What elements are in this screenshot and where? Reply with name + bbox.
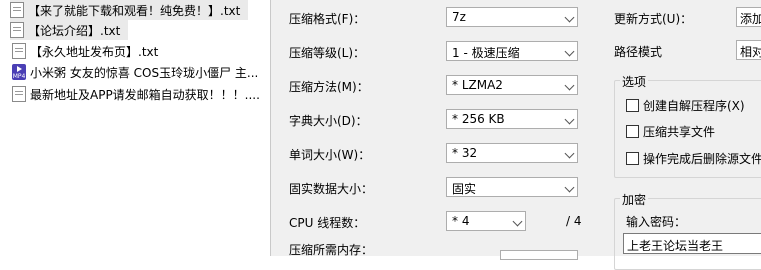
dict-value: * 256 KB [452, 112, 505, 126]
update-value: 添加 [740, 12, 761, 26]
file-name: 【论坛介绍】.txt [28, 23, 121, 38]
chevron-down-icon [512, 216, 523, 227]
level-select[interactable]: 1 - 极速压缩 [446, 41, 578, 61]
level-label: 压缩等级(L)： [289, 46, 366, 60]
memory-value-box [500, 250, 578, 260]
checkbox-box[interactable] [626, 125, 639, 138]
file-name: 【永久地址发布页】.txt [30, 44, 159, 59]
method-value: * LZMA2 [452, 78, 503, 92]
format-label: 压缩格式(F)： [289, 12, 366, 26]
method-label: 压缩方法(M)： [289, 80, 369, 94]
chevron-down-icon [564, 148, 575, 159]
path-value: 相对 [740, 45, 761, 59]
password-input[interactable]: 上老王论坛当老王 [623, 233, 761, 254]
format-value: 7z [452, 10, 466, 24]
chevron-down-icon [564, 12, 575, 23]
update-select[interactable]: 添加 [736, 7, 761, 27]
options-title: 选项 [620, 73, 649, 90]
method-select[interactable]: * LZMA2 [446, 75, 578, 95]
checkbox-box[interactable] [626, 99, 639, 112]
video-file-icon [12, 64, 26, 80]
word-select[interactable]: * 32 [446, 143, 578, 163]
update-label: 更新方式(U)： [614, 12, 693, 26]
delete-after-label: 操作完成后删除源文件 [643, 152, 761, 166]
shared-files-checkbox[interactable]: 压缩共享文件 [626, 123, 715, 140]
file-name: 【来了就能下载和观看！纯免费！】.txt [28, 3, 241, 18]
path-label: 路径模式 [614, 45, 663, 59]
threads-value: * 4 [452, 214, 470, 228]
file-list: 【来了就能下载和观看！纯免费！】.txt 【论坛介绍】.txt 【永久地址发布页… [0, 0, 270, 256]
shared-files-label: 压缩共享文件 [643, 125, 716, 139]
file-item[interactable]: 小米粥 女友的惊喜 COS玉玲珑小僵尸 主... [12, 62, 258, 82]
word-label: 单词大小(W)： [289, 148, 371, 162]
encrypt-title: 加密 [620, 191, 649, 208]
text-file-icon [10, 22, 24, 38]
password-label: 输入密码： [626, 215, 687, 229]
threads-select[interactable]: * 4 [446, 211, 526, 231]
file-item[interactable]: 【论坛介绍】.txt [10, 20, 129, 40]
solid-label: 固实数据大小： [289, 182, 374, 196]
chevron-down-icon [564, 80, 575, 91]
chevron-down-icon [564, 46, 575, 57]
format-select[interactable]: 7z [446, 7, 578, 27]
text-file-icon [12, 86, 26, 102]
memory-label: 压缩所需内存： [289, 243, 374, 257]
sfx-checkbox[interactable]: 创建自解压程序(X) [626, 97, 745, 114]
file-name: 最新地址及APP请发邮箱自动获取！！！.... [30, 87, 260, 102]
dict-label: 字典大小(D)： [289, 114, 368, 128]
file-name: 小米粥 女友的惊喜 COS玉玲珑小僵尸 主... [30, 65, 259, 80]
sfx-label: 创建自解压程序(X) [643, 99, 745, 113]
file-item[interactable]: 【来了就能下载和观看！纯免费！】.txt [10, 0, 249, 20]
solid-value: 固实 [452, 182, 477, 196]
word-value: * 32 [452, 146, 478, 160]
compress-dialog: 压缩格式(F)： 压缩等级(L)： 压缩方法(M)： 字典大小(D)： 单词大小… [270, 0, 761, 270]
file-item[interactable]: 【永久地址发布页】.txt [12, 41, 158, 61]
solid-select[interactable]: 固实 [446, 177, 578, 197]
file-item[interactable]: 最新地址及APP请发邮箱自动获取！！！.... [12, 84, 260, 104]
checkbox-box[interactable] [626, 152, 639, 165]
text-file-icon [12, 43, 26, 59]
delete-after-checkbox[interactable]: 操作完成后删除源文件 [626, 150, 761, 167]
threads-total: / 4 [566, 214, 582, 228]
level-value: 1 - 极速压缩 [452, 46, 520, 60]
chevron-down-icon [564, 114, 575, 125]
chevron-down-icon [564, 182, 575, 193]
password-value: 上老王论坛当老王 [627, 239, 724, 253]
text-file-icon [10, 2, 24, 18]
path-select[interactable]: 相对 [736, 40, 761, 60]
threads-label: CPU 线程数： [289, 216, 366, 230]
dict-select[interactable]: * 256 KB [446, 109, 578, 129]
